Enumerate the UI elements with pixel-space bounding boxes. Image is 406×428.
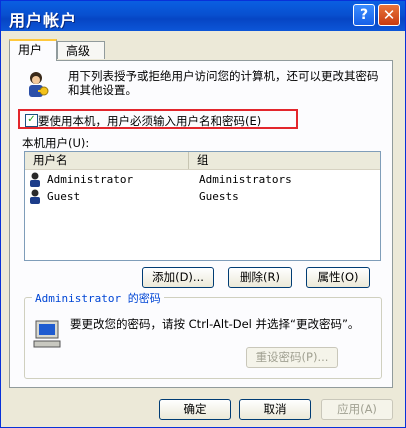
require-login-checkbox[interactable]: ✓ <box>25 114 38 127</box>
user-icon <box>30 189 40 204</box>
close-button[interactable]: ✕ <box>378 4 400 26</box>
users-tab-panel: 用下列表授予或拒绝用户访问您的计算机，还可以更改其密码和其他设置。 ✓ 要使用本… <box>9 60 393 388</box>
require-login-label[interactable]: 要使用本机，用户必须输入用户名和密码(E) <box>38 113 261 129</box>
list-header: 用户名 组 <box>25 152 380 170</box>
password-instructions: 要更改您的密码，请按 Ctrl-Alt-Del 并选择“更改密码”。 <box>70 317 360 331</box>
user-name: Guest <box>47 190 81 203</box>
reset-password-button[interactable]: 重设密码(P)... <box>246 347 338 368</box>
tab-users[interactable]: 用户 <box>9 39 57 61</box>
remove-user-button[interactable]: 删除(R) <box>228 267 292 288</box>
user-icon <box>30 172 40 187</box>
title-bar[interactable]: 用户帐户 ? ✕ <box>1 1 405 31</box>
users-key-icon <box>29 72 49 97</box>
intro-text: 用下列表授予或拒绝用户访问您的计算机，还可以更改其密码和其他设置。 <box>68 69 379 97</box>
column-header-group[interactable]: 组 <box>189 152 380 169</box>
computer-icon <box>33 320 61 348</box>
user-group: Administrators <box>199 173 292 186</box>
list-item[interactable]: Administrator Administrators <box>25 171 380 188</box>
password-group-title: Administrator 的密码 <box>32 290 164 306</box>
add-user-button[interactable]: 添加(D)... <box>142 267 214 288</box>
apply-button[interactable]: 应用(A) <box>321 399 393 420</box>
user-group: Guests <box>199 190 239 203</box>
users-list[interactable]: 用户名 组 Administrator Administrators Guest… <box>24 151 381 261</box>
local-users-label: 本机用户(U): <box>22 136 90 150</box>
column-header-username[interactable]: 用户名 <box>25 152 189 169</box>
help-button[interactable]: ? <box>353 4 375 26</box>
ok-button[interactable]: 确定 <box>159 399 231 420</box>
cancel-button[interactable]: 取消 <box>239 399 311 420</box>
window-title: 用户帐户 <box>9 11 78 30</box>
list-item[interactable]: Guest Guests <box>25 188 380 205</box>
require-login-checkbox-row[interactable]: ✓ 要使用本机，用户必须输入用户名和密码(E) <box>18 109 298 129</box>
user-accounts-dialog: 用户帐户 ? ✕ 用户 高级 用下列表授予或拒绝用户访问您的计算机，还可以更改其… <box>0 0 406 428</box>
user-name: Administrator <box>47 173 134 186</box>
properties-button[interactable]: 属性(O) <box>306 267 370 288</box>
tab-advanced[interactable]: 高级 <box>57 41 105 59</box>
